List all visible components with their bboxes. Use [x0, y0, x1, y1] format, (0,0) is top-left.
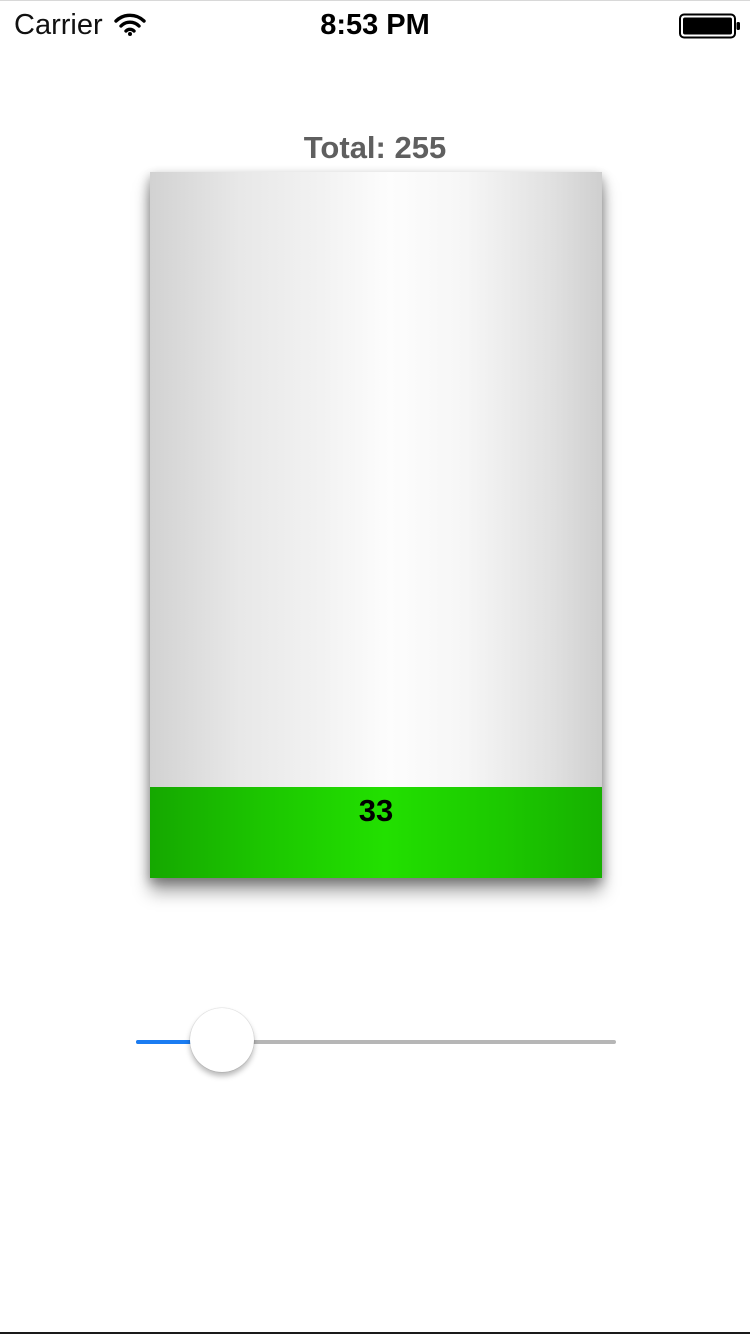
status-time: 8:53 PM — [320, 9, 430, 41]
value-slider[interactable] — [136, 1008, 616, 1072]
cylinder-gauge: 33 — [150, 172, 602, 878]
screen: Carrier 8:53 PM Total: 255 33 — [0, 0, 750, 1334]
battery-full-icon — [679, 13, 740, 39]
status-bar: Carrier 8:53 PM — [0, 0, 750, 41]
slider-thumb[interactable] — [189, 1008, 254, 1072]
gauge-fill: 33 — [150, 787, 602, 878]
total-label: Total: 255 — [303, 130, 447, 165]
gauge-value-label: 33 — [358, 793, 394, 828]
